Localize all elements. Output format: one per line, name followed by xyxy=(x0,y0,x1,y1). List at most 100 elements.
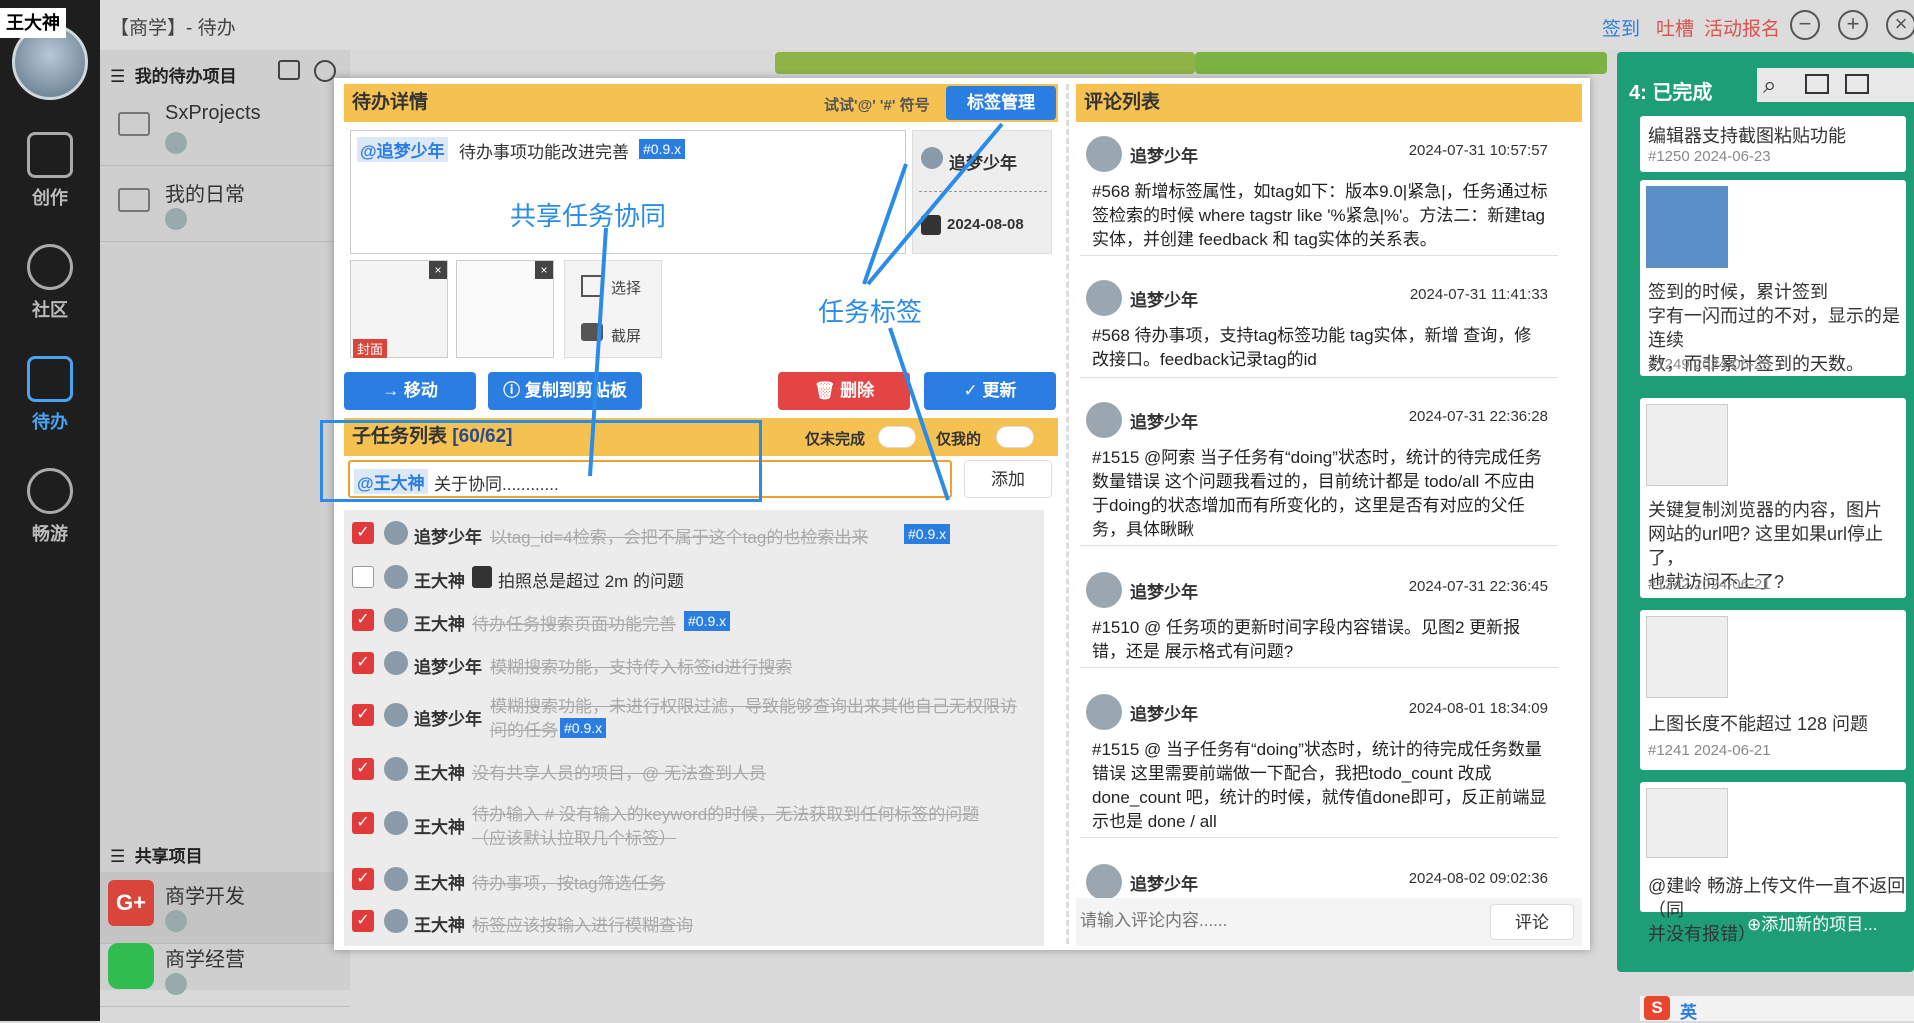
submit-comment-button[interactable]: 评论 xyxy=(1490,904,1574,940)
mail-icon[interactable] xyxy=(1845,74,1869,94)
subtask-checkbox[interactable]: ✓ xyxy=(352,652,374,674)
subtask-item[interactable]: ✓ 王大神 待办输入 # 没有输入的keyword的时候，无法获取到任何标签的问题 （… xyxy=(344,794,1044,850)
subtask-checkbox[interactable]: ✓ xyxy=(352,704,374,726)
camera-icon[interactable] xyxy=(581,323,603,341)
due-date[interactable]: 2024-08-08 xyxy=(947,216,1024,233)
only-mine-toggle[interactable] xyxy=(996,426,1034,448)
done-card[interactable]: @建岭 畅游上传文件一直不返回（同 并没有报错） xyxy=(1640,782,1906,944)
subtask-user: 王大神 xyxy=(414,615,465,634)
done-card[interactable]: 上图长度不能超过 128 问题 #1241 2024-06-21 xyxy=(1640,610,1906,770)
done-card[interactable]: 关键复制浏览器的内容，图片 网站的url吧? 这里如果url停止了， 也就访问不上了… xyxy=(1640,398,1906,598)
shared-project-item[interactable]: G+ 商学开发 xyxy=(100,872,350,944)
subtask-item[interactable]: 王大神 拍照总是超过 2m 的问题 xyxy=(344,556,1044,598)
subtask-tag: #0.9.x xyxy=(684,611,731,631)
subtask-checkbox[interactable]: ✓ xyxy=(352,758,374,780)
attachment-thumbnail[interactable]: × xyxy=(456,260,554,358)
version-tag: #0.9.x xyxy=(639,139,686,159)
image-icon[interactable] xyxy=(581,275,603,297)
subtask-item[interactable]: ✓ 王大神 待办事项，按tag筛选任务 xyxy=(344,858,1044,900)
screenshot-button[interactable]: 截屏 xyxy=(611,325,641,346)
comment-input[interactable] xyxy=(1080,904,1480,938)
nav-create[interactable]: 创作 xyxy=(0,132,100,210)
subtask-checkbox[interactable]: ✓ xyxy=(352,522,374,544)
subtask-item[interactable]: ✓ 王大神 待办任务搜索页面功能完善 #0.9.x xyxy=(344,599,1044,641)
signin-link[interactable]: 签到 xyxy=(1602,14,1640,41)
ime-language[interactable]: 英 xyxy=(1680,998,1697,1023)
comment-avatar xyxy=(1086,864,1122,900)
subtask-checkbox[interactable]: ✓ xyxy=(352,609,374,631)
comment-user: 追梦少年 xyxy=(1130,875,1198,894)
done-column-title: 4: 已完成 xyxy=(1629,82,1713,104)
annotation-tags: 任务标签 xyxy=(818,297,923,327)
subtask-avatar xyxy=(384,811,408,835)
update-button[interactable]: ✓ 更新 xyxy=(924,372,1056,410)
subtask-user: 追梦少年 xyxy=(414,710,482,729)
subtask-item[interactable]: ✓ 王大神 没有共享人员的项目，@ 无法查到人员 xyxy=(344,748,1044,790)
todo-content-text: 待办事项功能改进完善 xyxy=(459,143,629,162)
card-meta: #1249 2024-06-23 xyxy=(1648,356,1771,373)
card-date: 2024-06-23 xyxy=(1693,356,1771,373)
subtask-item[interactable]: ✓ 追梦少年 模糊搜索功能，支持传入标签id进行搜索 xyxy=(344,642,1044,684)
card-thumbnail xyxy=(1646,616,1728,698)
subtask-avatar xyxy=(384,703,408,727)
calendar-check-icon xyxy=(27,356,73,402)
shared-project-item[interactable]: 商学经营 xyxy=(100,935,350,1007)
comment-user: 追梦少年 xyxy=(1130,583,1198,602)
nav-community[interactable]: 社区 xyxy=(0,244,100,322)
done-card[interactable]: 编辑器支持截图粘贴功能 #1250 2024-06-23 xyxy=(1640,116,1906,172)
comment-time: 2024-07-31 22:36:45 xyxy=(1408,578,1548,595)
subtask-item[interactable]: ✓ 追梦少年 模糊搜索功能，未进行权限过滤，导致能够查询出来其他自己无权限访 问的任务… xyxy=(344,686,1044,742)
copy-to-clipboard-button[interactable]: ⓘ 复制到剪贴板 xyxy=(488,372,642,410)
refresh-icon[interactable] xyxy=(314,60,336,82)
subtask-avatar xyxy=(384,521,408,545)
subtask-avatar xyxy=(384,757,408,781)
done-card[interactable]: 签到的时候，累计签到 字有一闪而过的不对，显示的是连续 数，而非累计签到的天数。 #1… xyxy=(1640,180,1906,376)
activity-link[interactable]: 活动报名 xyxy=(1704,14,1780,41)
project-item[interactable]: SxProjects xyxy=(100,94,350,166)
add-icon[interactable]: + xyxy=(1838,10,1868,40)
top-bar: 【商学】- 待办 签到 吐槽 活动报名 − + × xyxy=(100,0,1914,50)
calendar-icon[interactable] xyxy=(921,215,941,235)
subtask-text: 标签应该按输入进行模糊查询 xyxy=(472,916,693,935)
project-item[interactable]: 我的日常 xyxy=(100,170,350,242)
subtask-checkbox[interactable]: ✓ xyxy=(352,868,374,890)
subtask-item[interactable]: ✓ 王大神 标签应该按输入进行模糊查询 xyxy=(344,900,1044,942)
search-icon[interactable]: ⌕ xyxy=(1763,72,1776,100)
remove-attachment-icon[interactable]: × xyxy=(429,261,447,279)
subtask-text: 以tag_id=4检索，会把不属于这个tag的也检索出来 xyxy=(490,528,869,547)
select-image-button[interactable]: 选择 xyxy=(611,277,641,298)
close-icon[interactable]: × xyxy=(1886,10,1914,40)
card-date: 2024-06-21 xyxy=(1693,576,1771,593)
nav-explore[interactable]: 畅游 xyxy=(0,468,100,546)
member-avatar xyxy=(165,973,187,995)
card-thumbnail xyxy=(1646,404,1728,486)
ime-toolbar: S 英 xyxy=(1640,996,1914,1023)
move-button[interactable]: → 移动 xyxy=(344,372,476,410)
card-meta: #1242 2024-06-21 xyxy=(1648,576,1771,593)
card-thumbnail xyxy=(1646,788,1728,858)
subtask-user: 王大神 xyxy=(414,572,465,591)
subtask-item[interactable]: ✓ 追梦少年 以tag_id=4检索，会把不属于这个tag的也检索出来 #0.9.x xyxy=(344,512,1044,554)
owner-name: 追梦少年 xyxy=(949,154,1017,173)
nav-todo[interactable]: 待办 xyxy=(0,356,100,434)
todo-content-editor[interactable]: @追梦少年 待办事项功能改进完善 #0.9.x xyxy=(350,130,906,254)
subtask-avatar xyxy=(384,608,408,632)
attachment-thumbnail[interactable]: 封面 × xyxy=(350,260,448,358)
only-open-toggle[interactable] xyxy=(878,426,916,448)
image-icon[interactable] xyxy=(1805,74,1829,94)
subtask-checkbox[interactable]: ✓ xyxy=(352,910,374,932)
remove-attachment-icon[interactable]: × xyxy=(535,261,553,279)
add-folder-icon[interactable] xyxy=(278,60,300,80)
subtask-checkbox[interactable]: ✓ xyxy=(352,812,374,834)
tag-management-button[interactable]: 标签管理 xyxy=(946,86,1056,120)
delete-button[interactable]: 🗑 删除 xyxy=(778,372,910,410)
subtask-user: 王大神 xyxy=(414,764,465,783)
owner-avatar xyxy=(921,147,943,169)
comments-title: 评论列表 xyxy=(1084,92,1161,113)
minimize-icon[interactable]: − xyxy=(1790,10,1820,40)
complain-link[interactable]: 吐槽 xyxy=(1656,14,1694,41)
sogou-icon[interactable]: S xyxy=(1644,996,1670,1020)
add-subtask-button[interactable]: 添加 xyxy=(964,460,1052,498)
column-toolbar xyxy=(1757,68,1914,102)
subtask-checkbox[interactable] xyxy=(352,566,374,588)
